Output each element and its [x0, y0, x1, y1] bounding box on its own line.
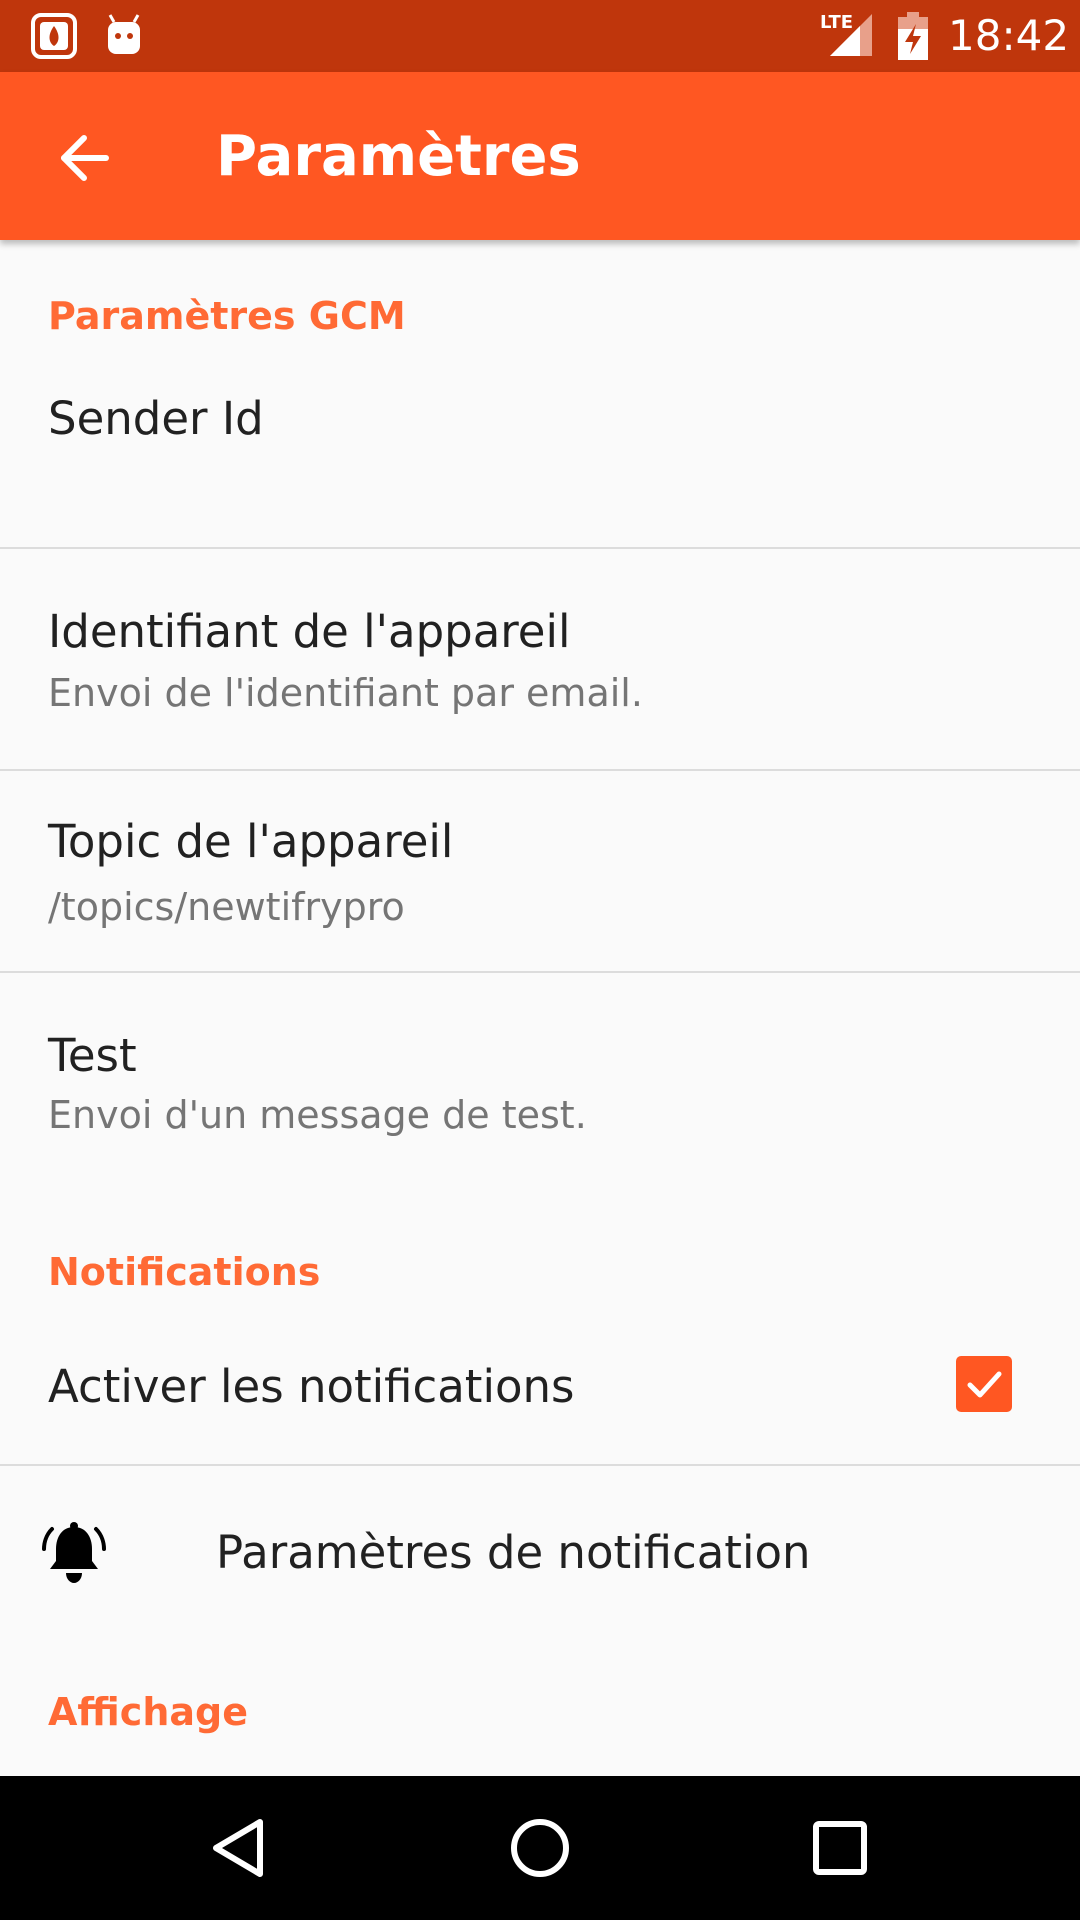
- navigation-bar: [0, 1776, 1080, 1920]
- lte-signal-icon: LTE: [820, 12, 872, 56]
- battery-charging-icon: [898, 12, 928, 60]
- pref-device-topic[interactable]: Topic de l'appareil /topics/newtifrypro: [0, 771, 1080, 971]
- app-notification-icon: [31, 13, 77, 59]
- app-bar: Paramètres: [0, 72, 1080, 240]
- back-button[interactable]: [40, 114, 128, 202]
- pref-notification-settings-title: Paramètres de notification: [216, 1526, 811, 1579]
- pref-notification-settings[interactable]: Paramètres de notification: [0, 1466, 1080, 1636]
- pref-sender-id[interactable]: Sender Id: [0, 352, 1080, 546]
- back-triangle-icon[interactable]: [204, 1812, 276, 1884]
- category-header-display: Affichage: [48, 1690, 248, 1734]
- pref-test[interactable]: Test Envoi d'un message de test.: [0, 973, 1080, 1193]
- pref-test-summary: Envoi d'un message de test.: [48, 1093, 587, 1137]
- enable-notifications-checkbox[interactable]: [956, 1356, 1012, 1412]
- recents-square-icon[interactable]: [804, 1812, 876, 1884]
- pref-device-id[interactable]: Identifiant de l'appareil Envoi de l'ide…: [0, 549, 1080, 769]
- page-title: Paramètres: [216, 124, 581, 189]
- bell-icon: [42, 1522, 106, 1583]
- category-header-gcm: Paramètres GCM: [48, 294, 406, 338]
- lte-label: LTE: [820, 12, 853, 33]
- check-icon: [967, 1371, 1002, 1398]
- pref-enable-notifications-title: Activer les notifications: [48, 1360, 575, 1413]
- arrow-back-icon: [61, 135, 109, 181]
- category-header-notifications: Notifications: [48, 1250, 321, 1294]
- pref-sender-id-title: Sender Id: [48, 392, 264, 445]
- pref-device-id-summary: Envoi de l'identifiant par email.: [48, 671, 643, 715]
- home-circle-icon[interactable]: [504, 1812, 576, 1884]
- pref-device-topic-title: Topic de l'appareil: [48, 815, 454, 868]
- pref-device-id-title: Identifiant de l'appareil: [48, 605, 571, 658]
- status-bar: LTE 18:42: [0, 0, 1080, 72]
- status-time: 18:42: [948, 11, 1070, 60]
- android-debug-icon: [108, 14, 140, 54]
- pref-device-topic-summary: /topics/newtifrypro: [48, 885, 405, 929]
- pref-test-title: Test: [48, 1029, 137, 1082]
